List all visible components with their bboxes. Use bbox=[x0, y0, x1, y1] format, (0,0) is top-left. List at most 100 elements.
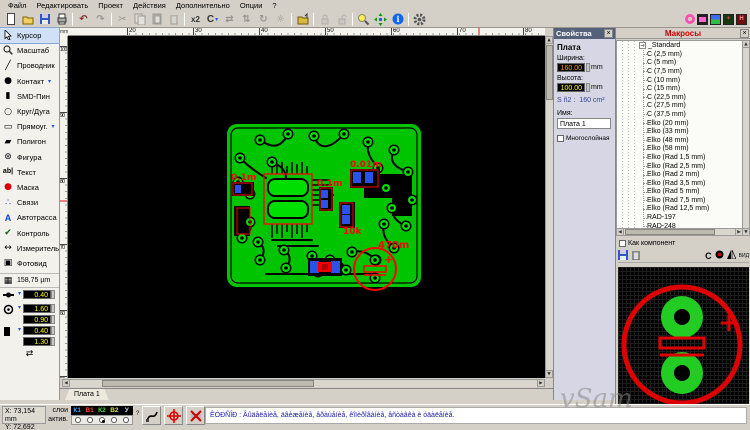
scroll-thumb[interactable] bbox=[102, 380, 314, 387]
macro-item[interactable]: C (22,5 mm) bbox=[617, 93, 742, 102]
tool-autoroute[interactable]: AАвтотрасса bbox=[0, 210, 59, 225]
macro-item[interactable]: Elko (Rad 1,5 mm) bbox=[617, 153, 742, 162]
save-button[interactable] bbox=[36, 12, 53, 27]
pad-inner-value[interactable]: 0.90 bbox=[23, 315, 51, 324]
board-tab[interactable]: Плата 1 bbox=[65, 389, 109, 400]
menu-item[interactable]: Опции bbox=[235, 1, 268, 10]
macro-item[interactable]: C (5 mm) bbox=[617, 59, 742, 68]
swap-values-button[interactable]: ⇄ bbox=[0, 349, 59, 359]
width-spinner[interactable] bbox=[586, 63, 590, 72]
macro-delete-button[interactable] bbox=[631, 249, 641, 262]
height-spinner[interactable] bbox=[586, 83, 590, 92]
layer-radio[interactable] bbox=[111, 417, 117, 423]
tool-polygon[interactable]: ▰Полигон bbox=[0, 134, 59, 149]
grid-setting-button[interactable]: ▦158,75 µm bbox=[0, 273, 59, 288]
tool-test[interactable]: ✔Контроль bbox=[0, 225, 59, 240]
macro-rotate-button[interactable]: C bbox=[705, 251, 712, 261]
macro-item[interactable]: Elko (48 mm) bbox=[617, 136, 742, 145]
print-button[interactable] bbox=[53, 12, 70, 27]
bezier-mode-button[interactable] bbox=[142, 406, 161, 425]
component-tool-button[interactable] bbox=[697, 14, 708, 25]
lock-button[interactable] bbox=[316, 12, 333, 27]
macro-item[interactable]: C (37,5 mm) bbox=[617, 110, 742, 119]
menu-item[interactable]: ? bbox=[267, 1, 281, 10]
zoom-button[interactable] bbox=[355, 12, 372, 27]
export-button[interactable] bbox=[294, 12, 311, 27]
tool-pad[interactable]: ●Контакт▾ bbox=[0, 74, 59, 89]
rotate-button[interactable]: C▾ bbox=[204, 12, 221, 27]
macro-item[interactable]: Elko (33 mm) bbox=[617, 127, 742, 136]
as-component-checkbox[interactable] bbox=[619, 240, 626, 247]
delete-connection-button[interactable] bbox=[186, 406, 205, 425]
snap-crosshair-button[interactable] bbox=[164, 406, 183, 425]
smd-width-value[interactable]: 0.40 bbox=[23, 326, 51, 335]
track-width-value[interactable]: 0.40 bbox=[23, 290, 51, 299]
macro-item[interactable]: Elko (Rad 5 mm) bbox=[617, 188, 742, 197]
tool-shape[interactable]: ⊛Фигура bbox=[0, 150, 59, 165]
new-button[interactable] bbox=[2, 12, 19, 27]
multilayer-checkbox[interactable] bbox=[557, 135, 564, 142]
pad-outer-value[interactable]: 1.60 bbox=[23, 304, 51, 313]
pad-outer-spinner[interactable] bbox=[51, 304, 55, 313]
tool-circle[interactable]: ○Круг/Дуга bbox=[0, 104, 59, 119]
donut-pad-icon[interactable] bbox=[685, 14, 695, 24]
redo-button[interactable]: ↷ bbox=[92, 12, 109, 27]
macro-item[interactable]: C (7,5 mm) bbox=[617, 67, 742, 76]
scroll-right-icon[interactable]: ▶ bbox=[735, 228, 743, 236]
scroll-down-icon[interactable]: ▼ bbox=[742, 228, 750, 236]
pcb-canvas[interactable]: 0.1m 0.1m 0.01m 10k 470m + bbox=[68, 36, 545, 378]
macro-item[interactable]: Elko (Rad 2 mm) bbox=[617, 170, 742, 179]
close-icon[interactable]: × bbox=[604, 29, 613, 38]
scroll-up-icon[interactable]: ▲ bbox=[742, 40, 750, 48]
duplicate-button[interactable]: x2 bbox=[187, 12, 204, 27]
flip-vertical-button[interactable]: ⇅ bbox=[238, 12, 255, 27]
settings-button[interactable] bbox=[411, 12, 428, 27]
macro-item[interactable]: Elko (20 mm) bbox=[617, 119, 742, 128]
layer-label[interactable]: У bbox=[121, 406, 133, 415]
paste-button[interactable] bbox=[148, 12, 165, 27]
layer-radio[interactable] bbox=[75, 417, 81, 423]
menu-item[interactable]: Проект bbox=[93, 1, 128, 10]
info-button[interactable]: i bbox=[389, 12, 406, 27]
layer-label[interactable]: В1 bbox=[83, 406, 95, 415]
macro-item[interactable]: Elko (58 mm) bbox=[617, 145, 742, 154]
scroll-left-icon[interactable]: ◀ bbox=[62, 379, 70, 387]
track-width-spinner[interactable] bbox=[51, 290, 55, 299]
macro-item[interactable]: C (2,5 mm) bbox=[617, 50, 742, 59]
tool-smd[interactable]: ▮SMD-Пин bbox=[0, 89, 59, 104]
menu-item[interactable]: Дополнительно bbox=[171, 1, 235, 10]
pcb-board[interactable]: 0.1m 0.1m 0.01m 10k 470m + bbox=[226, 122, 426, 300]
scroll-right-icon[interactable]: ▶ bbox=[537, 379, 545, 387]
menu-item[interactable]: Редактировать bbox=[31, 1, 93, 10]
pad-inner-spinner[interactable] bbox=[51, 315, 55, 324]
tool-text[interactable]: ab|Текст bbox=[0, 165, 59, 180]
pan-button[interactable] bbox=[372, 12, 389, 27]
macros-horizontal-scrollbar[interactable]: ◀ ▶ bbox=[616, 228, 743, 236]
flip-horizontal-button[interactable]: ⇄ bbox=[221, 12, 238, 27]
tool-cursor[interactable]: Курсор bbox=[0, 28, 59, 43]
layers-tool-button[interactable] bbox=[710, 14, 721, 25]
chevron-down-icon[interactable]: ▾ bbox=[18, 290, 21, 297]
cut-button[interactable]: ✂ bbox=[114, 12, 131, 27]
delete-button[interactable] bbox=[165, 12, 182, 27]
macro-item[interactable]: Elko (Rad 12,5 mm) bbox=[617, 205, 742, 214]
tool-zoom[interactable]: Масштаб bbox=[0, 43, 59, 58]
adjust-button[interactable]: ☼ bbox=[272, 12, 289, 27]
tool-track[interactable]: ╱Проводник bbox=[0, 58, 59, 73]
unlock-button[interactable] bbox=[333, 12, 350, 27]
smd-height-value[interactable]: 1.30 bbox=[23, 337, 51, 346]
macro-save-button[interactable] bbox=[618, 250, 628, 262]
macros-vertical-scrollbar[interactable]: ▲ ▼ bbox=[742, 40, 750, 236]
scroll-up-icon[interactable]: ▲ bbox=[545, 36, 553, 44]
grid-tool-button[interactable]: + bbox=[723, 14, 734, 25]
open-button[interactable] bbox=[19, 12, 36, 27]
canvas-vertical-scrollbar[interactable]: ▲ ▼ bbox=[545, 36, 553, 378]
layer-label[interactable]: К1 bbox=[71, 406, 83, 415]
scroll-left-icon[interactable]: ◀ bbox=[616, 228, 624, 236]
macro-item[interactable]: RAD-197 bbox=[617, 213, 742, 222]
macro-preview[interactable]: + Drag and Drop bbox=[618, 267, 749, 423]
macro-pad-button[interactable] bbox=[715, 250, 724, 261]
rotate-free-button[interactable]: ↻ bbox=[255, 12, 272, 27]
scroll-thumb[interactable] bbox=[625, 229, 715, 235]
chevron-down-icon[interactable]: ▾ bbox=[18, 304, 21, 311]
